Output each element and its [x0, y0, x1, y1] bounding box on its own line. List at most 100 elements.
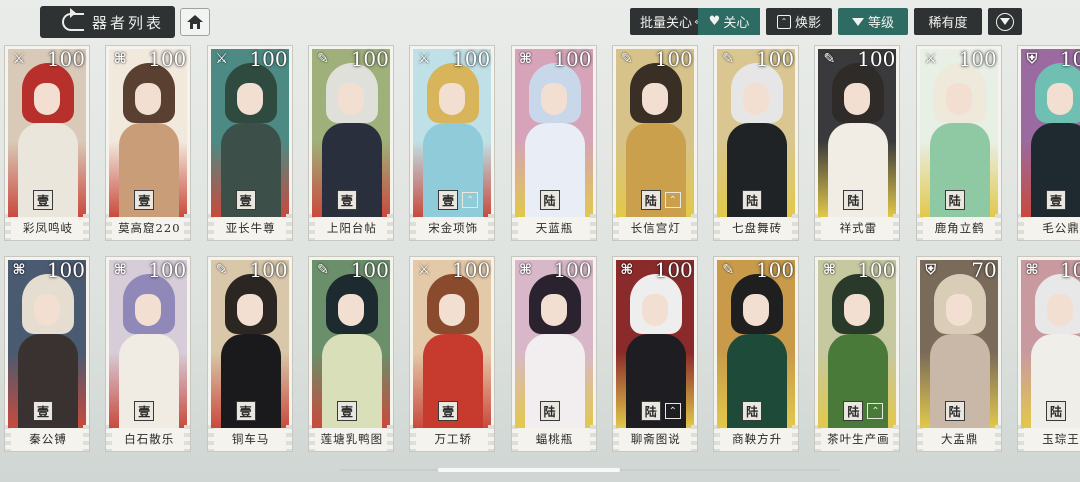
character-grid: ⚔ 100 壹彩凤鸣岐 ⌘ 100 壹莫高窟220 ⚔ 100 壹亚长牛尊 ✎ 100 壹上阳台帖 ⚔ 1…: [4, 45, 1080, 455]
filter-icon: [996, 12, 1014, 31]
card-header: ✎ 100: [714, 46, 798, 72]
card-header: ✎ 100: [613, 46, 697, 72]
character-card[interactable]: ⌘ 100 陆蝠桃瓶: [510, 256, 597, 452]
back-arrow-icon[interactable]: [62, 8, 84, 31]
level-value: 100: [350, 258, 389, 282]
character-card[interactable]: ✎ 100 陆 ⌃ 长信宫灯: [611, 45, 698, 241]
character-name: 大盂鼎: [940, 432, 979, 446]
rank-badge: 陆: [539, 401, 560, 421]
level-value: 100: [46, 47, 85, 71]
character-name: 白石散乐: [124, 432, 175, 446]
care-label: 关心: [723, 16, 750, 31]
character-card[interactable]: ✎ 100 壹莲塘乳鸭图: [307, 256, 394, 452]
character-name: 商鞅方升: [732, 432, 783, 446]
brush-icon: ✎: [215, 262, 228, 278]
knot-icon: ⌘: [822, 262, 836, 278]
batch-care-label: 批量关心: [640, 16, 693, 31]
card-header: ✎ 100: [815, 46, 899, 72]
skin-available-icon: ⌃: [867, 403, 884, 419]
shield-icon: ⛨: [925, 262, 936, 278]
character-card[interactable]: ⚔ 100 壹亚长牛尊: [206, 45, 293, 241]
bow-icon: ⚔: [215, 51, 228, 67]
character-card[interactable]: ⌘ 100 壹秦公镈: [4, 256, 90, 452]
character-card[interactable]: ✎ 100 陆商鞅方升: [713, 256, 800, 452]
batch-care-toggle[interactable]: 批量关心 « ♥ 关心: [630, 8, 760, 35]
character-card[interactable]: ⚔ 100 壹 ⌃ 宋金项饰: [409, 45, 496, 241]
card-header: ⛨ 70: [917, 257, 1001, 283]
character-name: 鹿角立鹤: [934, 221, 985, 235]
knot-icon: ⌘: [620, 262, 634, 278]
level-value: 100: [553, 258, 592, 282]
character-card[interactable]: ⌘ 100 陆 ⌃ 茶叶生产画: [814, 256, 901, 452]
level-value: 100: [654, 258, 693, 282]
character-card[interactable]: ⌘ 100 壹莫高窟220: [105, 45, 192, 241]
card-header: ⌘ 100: [815, 257, 899, 283]
rank-badge: 陆: [843, 190, 864, 210]
sort-rarity-button[interactable]: 稀有度: [914, 8, 982, 35]
brush-icon: ✎: [317, 262, 329, 278]
filter-button[interactable]: [988, 8, 1022, 35]
level-value: 100: [249, 258, 288, 282]
rank-badge: 陆: [843, 401, 864, 421]
rank-badge: 陆: [944, 190, 965, 210]
home-button[interactable]: [180, 8, 210, 36]
knot-icon: ⌘: [1025, 262, 1039, 278]
rank-badge: 陆: [640, 190, 661, 210]
level-value: 100: [46, 258, 85, 282]
knot-icon: ⌘: [12, 262, 26, 278]
skin-icon: ⌃: [776, 14, 791, 29]
skin-button[interactable]: ⌃ 焕影: [766, 8, 832, 35]
character-name: 蝠桃瓶: [535, 432, 574, 446]
rank-badge: 壹: [1046, 190, 1066, 210]
character-card[interactable]: ⚔ 100 壹彩凤鸣岐: [4, 45, 90, 241]
rank-badge: 壹: [134, 190, 155, 210]
card-header: ⚔ 100: [208, 46, 292, 72]
card-header: ⌘ 100: [106, 257, 190, 283]
back-title-button[interactable]: 器者列表: [40, 6, 175, 38]
brush-icon: ✎: [823, 51, 836, 67]
level-value: 100: [553, 47, 592, 71]
character-card[interactable]: ⌘ 100 陆玉琮王: [1017, 256, 1080, 452]
character-card[interactable]: ✎ 100 陆七盘舞砖: [713, 45, 800, 241]
character-name: 莲塘乳鸭图: [320, 432, 384, 446]
level-value: 70: [971, 258, 997, 282]
sort-level-button[interactable]: 等级: [838, 8, 908, 35]
rank-badge: 陆: [742, 190, 763, 210]
knot-icon: ⌘: [519, 51, 532, 67]
character-card[interactable]: ⛨ 100 壹毛公鼎: [1017, 45, 1080, 241]
brush-icon: ✎: [317, 51, 329, 67]
character-name: 彩凤鸣岐: [23, 221, 73, 235]
character-card[interactable]: ⚔ 100 壹万工轿: [409, 256, 496, 452]
card-header: ⚔ 100: [917, 46, 1001, 72]
card-header: ⌘ 100: [106, 46, 190, 72]
rank-badge: 陆: [539, 190, 560, 210]
character-card[interactable]: ⛨ 70 陆大盂鼎: [915, 256, 1002, 452]
character-name: 天蓝瓶: [535, 221, 574, 235]
level-value: 100: [1059, 258, 1080, 282]
rank-badge: 陆: [944, 401, 965, 421]
top-bar: 器者列表 批量关心 « ♥ 关心 ⌃ 焕影 等级 稀有度: [0, 0, 1080, 42]
rank-badge: 陆: [640, 401, 661, 421]
knot-icon: ⌘: [519, 262, 532, 278]
level-value: 100: [452, 258, 491, 282]
character-card[interactable]: ⌘ 100 陆天蓝瓶: [510, 45, 597, 241]
character-card[interactable]: ✎ 100 壹铜车马: [206, 256, 293, 452]
level-value: 100: [1059, 47, 1080, 71]
card-header: ⚔ 100: [5, 46, 89, 72]
character-card[interactable]: ⌘ 100 壹白石散乐: [105, 256, 192, 452]
card-header: ✎ 100: [714, 257, 798, 283]
character-card[interactable]: ✎ 100 陆祥式雷: [814, 45, 901, 241]
level-value: 100: [857, 47, 896, 71]
character-card[interactable]: ⚔ 100 陆鹿角立鹤: [915, 45, 1002, 241]
rank-badge: 壹: [336, 401, 357, 421]
level-value: 100: [857, 258, 896, 282]
horizontal-scrollbar[interactable]: [438, 468, 620, 472]
character-name: 莫高窟220: [118, 221, 181, 235]
heart-icon: ♥: [708, 14, 721, 29]
character-card[interactable]: ⌘ 100 陆 ⌃ 聊斋图说: [611, 256, 698, 452]
character-name: 长信宫灯: [630, 221, 681, 235]
character-card[interactable]: ✎ 100 壹上阳台帖: [307, 45, 394, 241]
level-value: 100: [755, 47, 795, 71]
care-button[interactable]: ♥ 关心: [698, 8, 760, 35]
skin-available-icon: ⌃: [664, 403, 681, 419]
